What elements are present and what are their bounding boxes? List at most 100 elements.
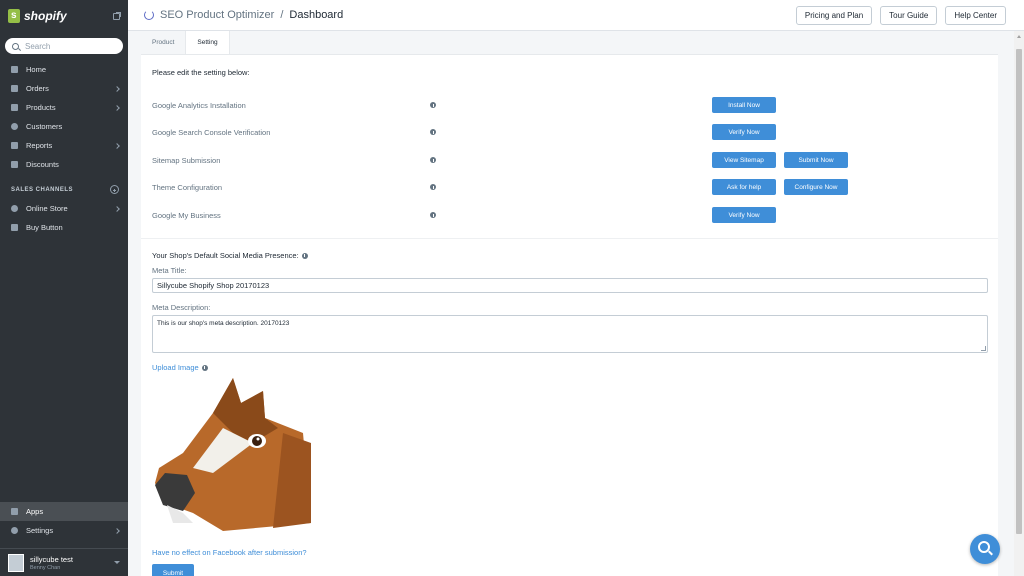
home-icon <box>11 66 18 73</box>
sidebar-item-discounts[interactable]: Discounts <box>0 155 128 174</box>
search-icon <box>12 42 19 50</box>
setting-actions: View Sitemap Submit Now <box>712 152 848 168</box>
sidebar-item-label: Settings <box>26 526 54 535</box>
setting-label: Google Search Console Verification <box>152 127 271 137</box>
pricing-and-plan-button[interactable]: Pricing and Plan <box>795 5 873 25</box>
main-nav: Home Orders Products Customers Reports D… <box>0 60 128 174</box>
info-icon[interactable] <box>430 102 436 108</box>
upload-image-label: Upload Image <box>152 363 199 372</box>
sidebar-item-settings[interactable]: Settings <box>0 521 128 540</box>
submit-sitemap-button[interactable]: Submit Now <box>784 152 848 168</box>
sidebar-item-apps[interactable]: Apps <box>0 502 128 521</box>
customers-icon <box>11 123 18 130</box>
top-bar: SEO Product Optimizer / Dashboard Pricin… <box>128 0 1024 31</box>
chevron-down-icon <box>114 561 120 564</box>
help-center-button[interactable]: Help Center <box>945 5 1006 25</box>
sidebar-item-label: Buy Button <box>26 223 63 232</box>
info-icon[interactable] <box>430 184 436 190</box>
user-name: sillycube test <box>30 554 73 564</box>
section-divider <box>141 238 998 239</box>
setting-actions: Install Now <box>712 97 776 113</box>
tab-bar: Product Setting <box>141 31 998 55</box>
tab-setting[interactable]: Setting <box>185 31 230 54</box>
sidebar-item-reports[interactable]: Reports <box>0 136 128 155</box>
sidebar-item-label: Home <box>26 65 47 74</box>
header-actions: Pricing and Plan Tour Guide Help Center <box>795 5 1024 25</box>
breadcrumb-app[interactable]: SEO Product Optimizer <box>160 9 274 21</box>
meta-title-value: Sillycube Shopify Shop 20170123 <box>157 281 270 290</box>
sidebar-item-online-store[interactable]: Online Store <box>0 199 128 218</box>
brand-bar: shopify <box>0 0 128 32</box>
horse-head-image <box>155 378 311 531</box>
search-input[interactable]: Search <box>5 38 123 54</box>
gear-icon <box>11 527 18 534</box>
tour-guide-button[interactable]: Tour Guide <box>880 5 938 25</box>
scroll-up-icon[interactable] <box>1017 35 1021 38</box>
meta-description-value: This is our shop's meta description. 201… <box>157 320 290 327</box>
user-menu[interactable]: sillycube test Benny Chan <box>0 548 128 576</box>
install-now-button[interactable]: Install Now <box>712 97 776 113</box>
sidebar-item-label: Customers <box>26 122 63 131</box>
sidebar-item-home[interactable]: Home <box>0 60 128 79</box>
search-placeholder: Search <box>25 41 51 51</box>
user-text: sillycube test Benny Chan <box>30 555 114 571</box>
online-store-icon <box>11 205 18 212</box>
sidebar-item-label: Orders <box>26 84 49 93</box>
bottom-nav: Apps Settings <box>0 502 128 540</box>
setting-row-sitemap: Sitemap Submission View Sitemap Submit N… <box>152 152 992 168</box>
social-section-title: Your Shop's Default Social Media Presenc… <box>152 251 308 260</box>
sidebar: shopify Search Home Orders Products Cust… <box>0 0 128 576</box>
setting-row-theme: Theme Configuration Ask for help Configu… <box>152 179 992 195</box>
shopify-logo-icon <box>8 9 20 23</box>
sidebar-item-buy-button[interactable]: Buy Button <box>0 218 128 237</box>
ask-for-help-button[interactable]: Ask for help <box>712 179 776 195</box>
external-link-icon[interactable] <box>113 11 121 20</box>
meta-description-textarea[interactable]: This is our shop's meta description. 201… <box>152 315 988 353</box>
submit-button[interactable]: Submit <box>152 564 194 576</box>
sidebar-item-label: Online Store <box>26 204 68 213</box>
add-channel-icon[interactable] <box>110 185 119 194</box>
setting-row-google-analytics: Google Analytics Installation Install No… <box>152 97 992 113</box>
discounts-icon <box>11 161 18 168</box>
settings-intro: Please edit the setting below: <box>152 68 250 77</box>
page-title: Dashboard <box>289 9 344 21</box>
info-icon[interactable] <box>430 157 436 163</box>
sidebar-item-label: Apps <box>26 507 44 516</box>
page-scrollbar[interactable] <box>1014 31 1024 576</box>
info-icon[interactable] <box>430 129 436 135</box>
brand-name: shopify <box>24 9 67 23</box>
configure-now-button[interactable]: Configure Now <box>784 179 848 195</box>
sidebar-item-customers[interactable]: Customers <box>0 117 128 136</box>
info-icon[interactable] <box>301 252 308 259</box>
upload-image-link[interactable]: Upload Image <box>152 363 208 372</box>
chat-search-icon <box>978 541 990 553</box>
chat-button[interactable] <box>970 534 1000 564</box>
tab-product[interactable]: Product <box>141 31 185 54</box>
sidebar-item-products[interactable]: Products <box>0 98 128 117</box>
facebook-help-link[interactable]: Have no effect on Facebook after submiss… <box>152 548 307 557</box>
sales-channels-title: SALES CHANNELS <box>0 180 128 199</box>
sidebar-item-orders[interactable]: Orders <box>0 79 128 98</box>
user-subtitle: Benny Chan <box>30 564 61 571</box>
chevron-right-icon <box>114 527 120 534</box>
setting-label: Sitemap Submission <box>152 155 221 165</box>
apps-icon <box>11 508 18 515</box>
resize-handle-icon[interactable] <box>981 346 986 351</box>
channels-nav: Online Store Buy Button <box>0 199 128 237</box>
buy-button-icon <box>11 224 18 231</box>
verify-now-button[interactable]: Verify Now <box>712 124 776 140</box>
app-logo-icon <box>144 10 154 20</box>
info-icon[interactable] <box>201 364 208 371</box>
info-icon[interactable] <box>430 212 436 218</box>
setting-label: Theme Configuration <box>152 182 223 192</box>
view-sitemap-button[interactable]: View Sitemap <box>712 152 776 168</box>
setting-label: Google My Business <box>152 210 221 220</box>
meta-title-input[interactable]: Sillycube Shopify Shop 20170123 <box>152 278 988 293</box>
chevron-right-icon <box>114 205 120 212</box>
verify-now-button[interactable]: Verify Now <box>712 207 776 223</box>
chevron-right-icon <box>114 85 120 92</box>
setting-row-search-console: Google Search Console Verification Verif… <box>152 124 992 140</box>
sidebar-item-label: Discounts <box>26 160 59 169</box>
setting-label: Google Analytics Installation <box>152 100 246 110</box>
scrollbar-thumb[interactable] <box>1016 49 1022 534</box>
